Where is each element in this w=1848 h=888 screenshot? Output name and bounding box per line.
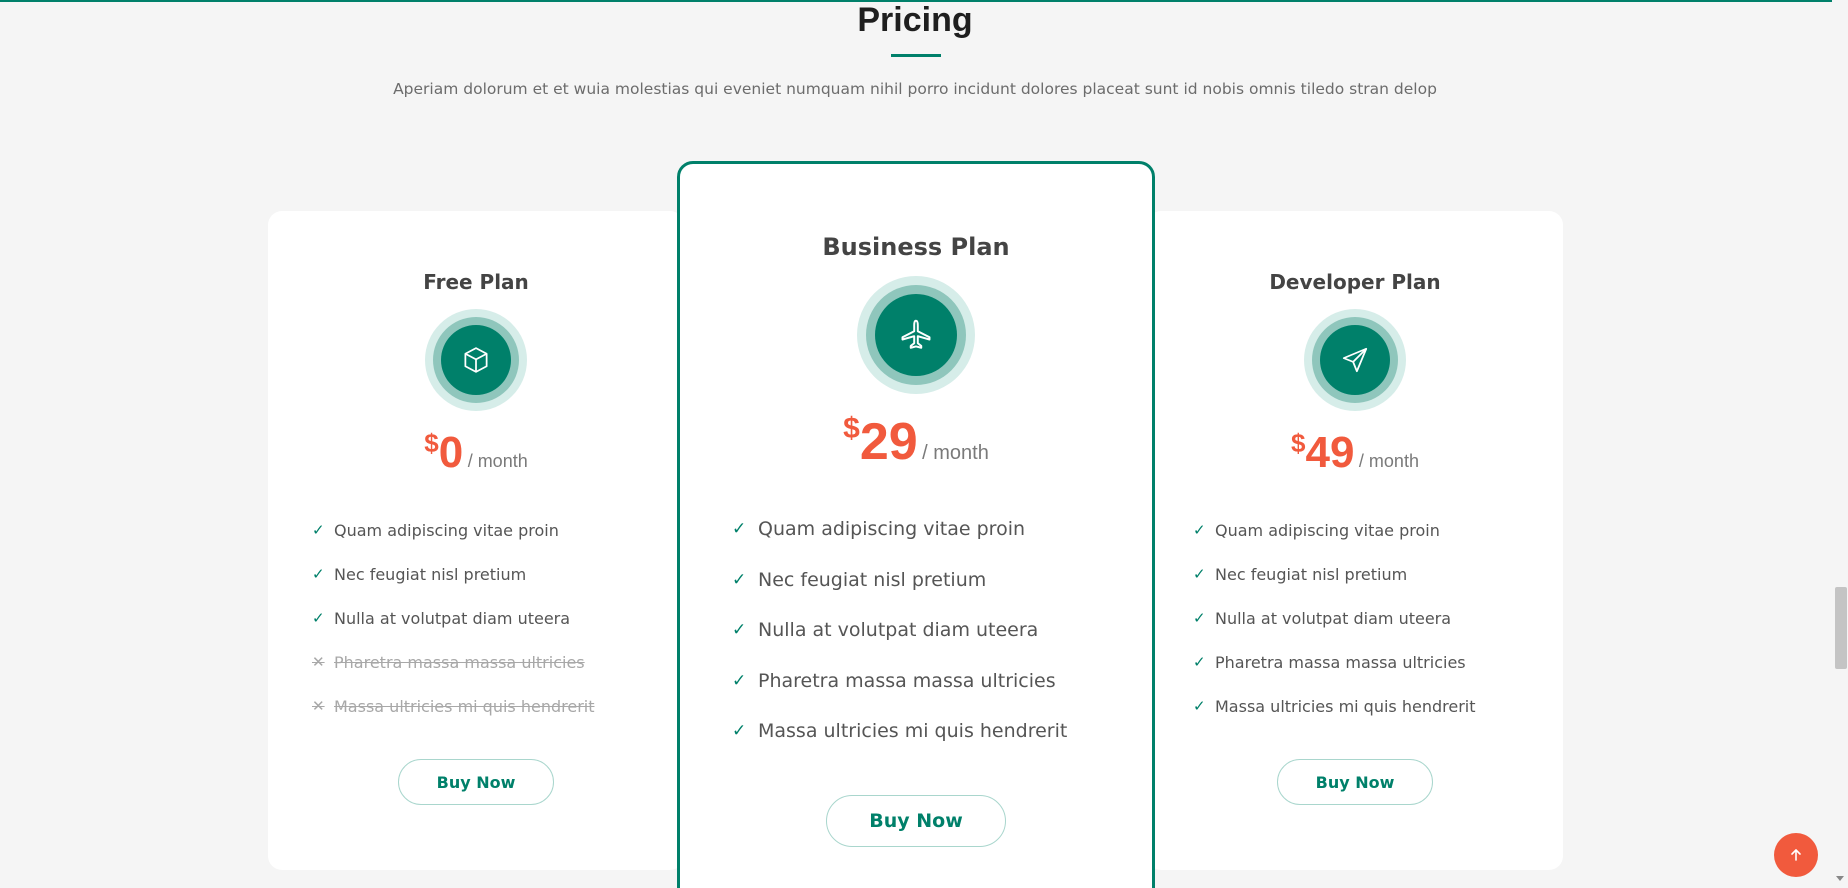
business-plan-content: Business Plan $29 / month ✓ Quam adipisci… [677,0,1155,888]
price-period: / month [467,451,528,471]
feature-item: ✓ Massa ultricies mi quis hendrerit [732,706,1067,757]
feature-item: ✓ Nec feugiat nisl pretium [312,552,595,596]
plan-icon-ring [425,309,527,411]
feature-text: Pharetra massa massa ultricies [1215,652,1466,672]
box-icon [464,347,488,373]
plan-icon-ring [857,276,975,394]
plan-icon-middle-ring [1312,317,1398,403]
price-currency: $ [1291,428,1306,458]
plan-icon-ring [1304,309,1406,411]
check-icon: ✓ [312,609,325,627]
buy-now-button-developer[interactable]: Buy Now [1277,759,1433,805]
feature-item: ✓ Quam adipiscing vitae proin [732,504,1067,555]
price-period: / month [1358,451,1419,471]
plan-icon-middle-ring [866,285,966,385]
feature-item: ✓ Massa ultricies mi quis hendrerit [1193,684,1476,728]
plan-icon-core [1320,325,1390,395]
feature-item: ✓ Quam adipiscing vitae proin [312,508,595,552]
feature-item-excluded: ✕ Massa ultricies mi quis hendrerit [312,684,595,728]
feature-item: ✓ Quam adipiscing vitae proin [1193,508,1476,552]
price-currency: $ [424,428,439,458]
feature-text: Nec feugiat nisl pretium [758,568,987,591]
back-to-top-button[interactable] [1774,833,1818,877]
feature-text: Quam adipiscing vitae proin [334,520,559,540]
price-period: / month [922,442,989,464]
feature-item: ✓ Nec feugiat nisl pretium [732,555,1067,606]
feature-list: ✓ Quam adipiscing vitae proin ✓ Nec feugia… [1193,508,1476,728]
feature-text: Massa ultricies mi quis hendrerit [334,696,595,716]
feature-item: ✓ Pharetra massa massa ultricies [732,656,1067,707]
check-icon: ✓ [312,521,325,539]
cross-icon: ✕ [312,653,325,671]
feature-text: Quam adipiscing vitae proin [758,518,1026,541]
plan-icon-core [441,325,511,395]
buy-now-button-free[interactable]: Buy Now [398,759,554,805]
check-icon: ✓ [732,721,747,742]
plan-name: Developer Plan [1269,270,1441,294]
feature-text: Pharetra massa massa ultricies [758,669,1056,692]
feature-text: Nulla at volutpat diam uteera [758,619,1039,642]
feature-item: ✓ Nec feugiat nisl pretium [1193,552,1476,596]
feature-text: Massa ultricies mi quis hendrerit [758,720,1068,743]
check-icon: ✓ [732,519,747,540]
price-amount: 0 [438,428,464,477]
arrow-up-icon [1791,849,1801,861]
check-icon: ✓ [732,620,747,641]
feature-item: ✓ Pharetra massa massa ultricies [1193,640,1476,684]
check-icon: ✓ [732,569,747,590]
feature-item: ✓ Nulla at volutpat diam uteera [1193,596,1476,640]
pricing-page: Pricing Aperiam dolorum et et wuia moles… [0,0,1848,888]
check-icon: ✓ [1193,521,1206,539]
check-icon: ✓ [1193,697,1206,715]
check-icon: ✓ [1193,565,1206,583]
plan-price: $49 / month [1147,428,1563,478]
check-icon: ✓ [1193,609,1206,627]
cross-icon: ✕ [312,697,325,715]
price-amount: 49 [1305,428,1355,477]
scrollbar-thumb[interactable] [1835,587,1847,669]
plan-price: $0 / month [268,428,684,478]
feature-text: Nulla at volutpat diam uteera [334,608,571,628]
check-icon: ✓ [312,565,325,583]
buy-now-button-business[interactable]: Buy Now [826,795,1006,847]
feature-item: ✓ Nulla at volutpat diam uteera [732,605,1067,656]
price-currency: $ [843,412,860,445]
feature-list: ✓ Quam adipiscing vitae proin ✓ Nec feugia… [312,508,595,728]
feature-text: Nulla at volutpat diam uteera [1215,608,1452,628]
plan-icon-middle-ring [433,317,519,403]
check-icon: ✓ [1193,653,1206,671]
airplane-icon [901,319,931,349]
plan-icon-core [875,294,957,376]
page-scrollbar[interactable] [1832,0,1848,888]
feature-list: ✓ Quam adipiscing vitae proin ✓ Nec feugia… [732,504,1067,757]
plan-name: Business Plan [822,233,1010,261]
plan-name: Free Plan [423,270,529,294]
check-icon: ✓ [732,670,747,691]
feature-item-excluded: ✕ Pharetra massa massa ultricies [312,640,595,684]
feature-text: Nec feugiat nisl pretium [334,564,527,584]
plan-price: $29 / month [677,412,1155,472]
scroll-down-arrow-icon[interactable] [1836,876,1844,881]
developer-plan-content: Developer Plan $49 / month ✓ Quam adipisc… [1147,0,1563,888]
feature-text: Pharetra massa massa ultricies [334,652,585,672]
price-amount: 29 [859,413,918,471]
feature-text: Massa ultricies mi quis hendrerit [1215,696,1476,716]
free-plan-content: Free Plan $0 / month ✓ Quam adipiscing vi… [268,0,684,888]
feature-item: ✓ Nulla at volutpat diam uteera [312,596,595,640]
feature-text: Quam adipiscing vitae proin [1215,520,1440,540]
feature-text: Nec feugiat nisl pretium [1215,564,1408,584]
send-icon [1342,347,1368,373]
